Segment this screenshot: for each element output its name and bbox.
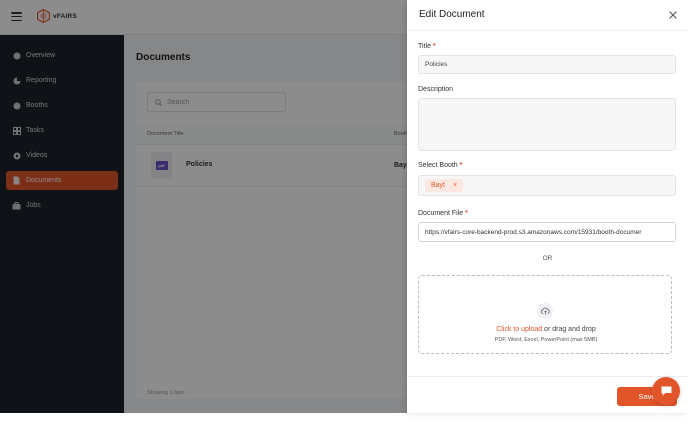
- booth-select[interactable]: Bayt ×: [418, 175, 676, 196]
- title-label: Title *: [418, 43, 436, 50]
- description-textarea[interactable]: [418, 98, 676, 151]
- chat-widget-button[interactable]: [652, 377, 680, 405]
- upload-cloud-icon: [537, 303, 553, 319]
- upload-instruction: Click to upload or drag and drop: [419, 326, 673, 333]
- file-label-text: Document File: [418, 210, 464, 217]
- drawer-footer: Save: [407, 376, 688, 413]
- file-url-value: https://vfairs-core-backend-prod.s3.amaz…: [425, 228, 642, 236]
- title-label-text: Title: [418, 43, 431, 50]
- required-mark: *: [432, 43, 436, 50]
- description-label: Description: [418, 86, 454, 93]
- required-mark: *: [465, 210, 468, 217]
- file-url-input[interactable]: https://vfairs-core-backend-prod.s3.amaz…: [418, 222, 676, 242]
- title-input[interactable]: Policies: [418, 55, 676, 74]
- upload-dropzone[interactable]: Click to upload or drag and drop PDF, Wo…: [418, 275, 672, 354]
- page-bottom-area: [0, 413, 688, 448]
- upload-file-types: PDF, Word, Excel, PowerPoint (max 5MB): [494, 337, 598, 343]
- booth-label: Select Booth *: [418, 162, 462, 169]
- file-label: Document File *: [418, 210, 468, 217]
- remove-tag-icon[interactable]: ×: [453, 182, 457, 189]
- booth-tag: Bayt ×: [425, 179, 464, 192]
- close-icon[interactable]: [668, 10, 678, 20]
- booth-tag-label: Bayt: [431, 182, 446, 189]
- title-input-value: Policies: [425, 61, 448, 68]
- or-divider: OR: [542, 255, 553, 262]
- required-mark: *: [459, 162, 463, 169]
- modal-overlay[interactable]: [0, 0, 407, 413]
- click-to-upload-link[interactable]: Click to upload: [496, 326, 542, 333]
- chat-icon: [661, 386, 671, 396]
- drawer-title: Edit Document: [419, 9, 485, 20]
- edit-document-drawer: Edit Document Title * Policies Descripti…: [407, 0, 688, 413]
- drawer-header: Edit Document: [407, 0, 688, 31]
- drag-drop-text: or drag and drop: [542, 326, 596, 333]
- booth-label-text: Select Booth: [418, 162, 458, 169]
